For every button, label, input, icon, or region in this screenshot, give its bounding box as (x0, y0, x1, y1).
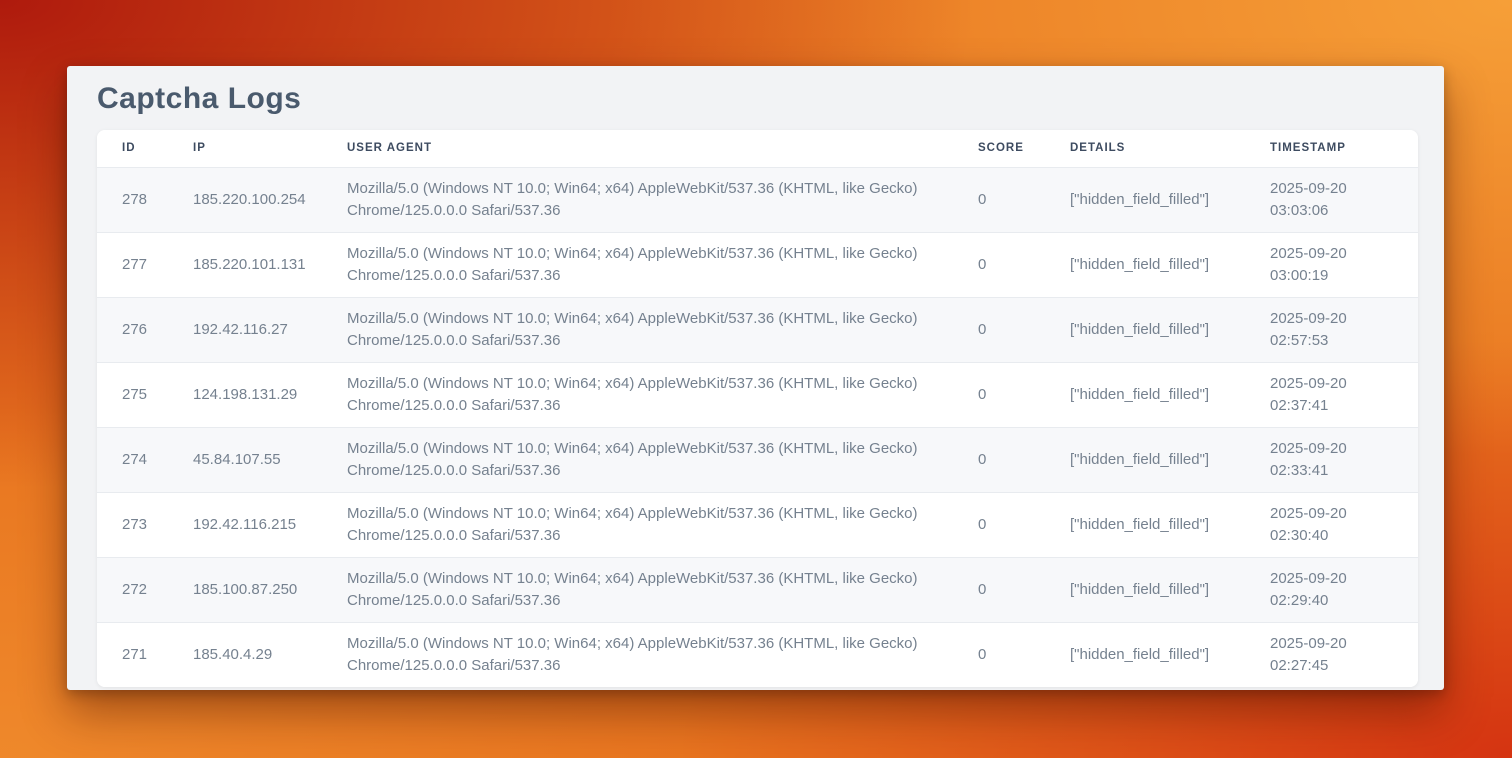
cell-score: 0 (978, 622, 1070, 687)
cell-id: 277 (97, 232, 193, 297)
table-row: 276 192.42.116.27 Mozilla/5.0 (Windows N… (97, 297, 1418, 362)
table-row: 274 45.84.107.55 Mozilla/5.0 (Windows NT… (97, 427, 1418, 492)
cell-score: 0 (978, 362, 1070, 427)
page-title: Captcha Logs (97, 82, 1414, 116)
cell-score: 0 (978, 492, 1070, 557)
cell-user-agent: Mozilla/5.0 (Windows NT 10.0; Win64; x64… (347, 492, 978, 557)
column-header-details: DETAILS (1070, 130, 1270, 167)
cell-id: 275 (97, 362, 193, 427)
logs-table: ID IP USER AGENT SCORE DETAILS TIMESTAMP… (97, 130, 1418, 687)
cell-score: 0 (978, 167, 1070, 232)
logs-table-container[interactable]: ID IP USER AGENT SCORE DETAILS TIMESTAMP… (97, 130, 1418, 687)
cell-timestamp: 2025-09-20 02:30:40 (1270, 492, 1418, 557)
cell-score: 0 (978, 232, 1070, 297)
cell-id: 276 (97, 297, 193, 362)
table-row: 275 124.198.131.29 Mozilla/5.0 (Windows … (97, 362, 1418, 427)
cell-ip: 192.42.116.27 (193, 297, 347, 362)
cell-details: ["hidden_field_filled"] (1070, 557, 1270, 622)
cell-ip: 185.220.101.131 (193, 232, 347, 297)
table-row: 278 185.220.100.254 Mozilla/5.0 (Windows… (97, 167, 1418, 232)
cell-timestamp: 2025-09-20 02:57:53 (1270, 297, 1418, 362)
cell-user-agent: Mozilla/5.0 (Windows NT 10.0; Win64; x64… (347, 232, 978, 297)
column-header-id: ID (97, 130, 193, 167)
cell-id: 273 (97, 492, 193, 557)
cell-ip: 185.40.4.29 (193, 622, 347, 687)
cell-details: ["hidden_field_filled"] (1070, 232, 1270, 297)
cell-details: ["hidden_field_filled"] (1070, 362, 1270, 427)
page-background: { "page": { "title": "Captcha Logs" }, "… (0, 0, 1512, 758)
cell-ip: 185.220.100.254 (193, 167, 347, 232)
column-header-ip: IP (193, 130, 347, 167)
column-header-user-agent: USER AGENT (347, 130, 978, 167)
cell-timestamp: 2025-09-20 02:33:41 (1270, 427, 1418, 492)
cell-ip: 124.198.131.29 (193, 362, 347, 427)
column-header-score: SCORE (978, 130, 1070, 167)
cell-id: 278 (97, 167, 193, 232)
cell-score: 0 (978, 427, 1070, 492)
table-header-row: ID IP USER AGENT SCORE DETAILS TIMESTAMP (97, 130, 1418, 167)
cell-user-agent: Mozilla/5.0 (Windows NT 10.0; Win64; x64… (347, 557, 978, 622)
cell-id: 272 (97, 557, 193, 622)
table-row: 277 185.220.101.131 Mozilla/5.0 (Windows… (97, 232, 1418, 297)
cell-user-agent: Mozilla/5.0 (Windows NT 10.0; Win64; x64… (347, 427, 978, 492)
cell-id: 274 (97, 427, 193, 492)
cell-timestamp: 2025-09-20 03:00:19 (1270, 232, 1418, 297)
cell-ip: 45.84.107.55 (193, 427, 347, 492)
cell-details: ["hidden_field_filled"] (1070, 167, 1270, 232)
cell-user-agent: Mozilla/5.0 (Windows NT 10.0; Win64; x64… (347, 622, 978, 687)
cell-timestamp: 2025-09-20 03:03:06 (1270, 167, 1418, 232)
cell-user-agent: Mozilla/5.0 (Windows NT 10.0; Win64; x64… (347, 362, 978, 427)
captcha-logs-card: Captcha Logs ID IP USER AGENT SCORE DETA… (67, 66, 1444, 690)
table-row: 271 185.40.4.29 Mozilla/5.0 (Windows NT … (97, 622, 1418, 687)
cell-ip: 185.100.87.250 (193, 557, 347, 622)
cell-details: ["hidden_field_filled"] (1070, 297, 1270, 362)
cell-id: 271 (97, 622, 193, 687)
cell-details: ["hidden_field_filled"] (1070, 492, 1270, 557)
cell-user-agent: Mozilla/5.0 (Windows NT 10.0; Win64; x64… (347, 167, 978, 232)
cell-timestamp: 2025-09-20 02:27:45 (1270, 622, 1418, 687)
table-row: 273 192.42.116.215 Mozilla/5.0 (Windows … (97, 492, 1418, 557)
column-header-timestamp: TIMESTAMP (1270, 130, 1418, 167)
cell-ip: 192.42.116.215 (193, 492, 347, 557)
cell-details: ["hidden_field_filled"] (1070, 622, 1270, 687)
cell-details: ["hidden_field_filled"] (1070, 427, 1270, 492)
cell-score: 0 (978, 557, 1070, 622)
cell-score: 0 (978, 297, 1070, 362)
cell-timestamp: 2025-09-20 02:29:40 (1270, 557, 1418, 622)
table-row: 272 185.100.87.250 Mozilla/5.0 (Windows … (97, 557, 1418, 622)
cell-timestamp: 2025-09-20 02:37:41 (1270, 362, 1418, 427)
cell-user-agent: Mozilla/5.0 (Windows NT 10.0; Win64; x64… (347, 297, 978, 362)
